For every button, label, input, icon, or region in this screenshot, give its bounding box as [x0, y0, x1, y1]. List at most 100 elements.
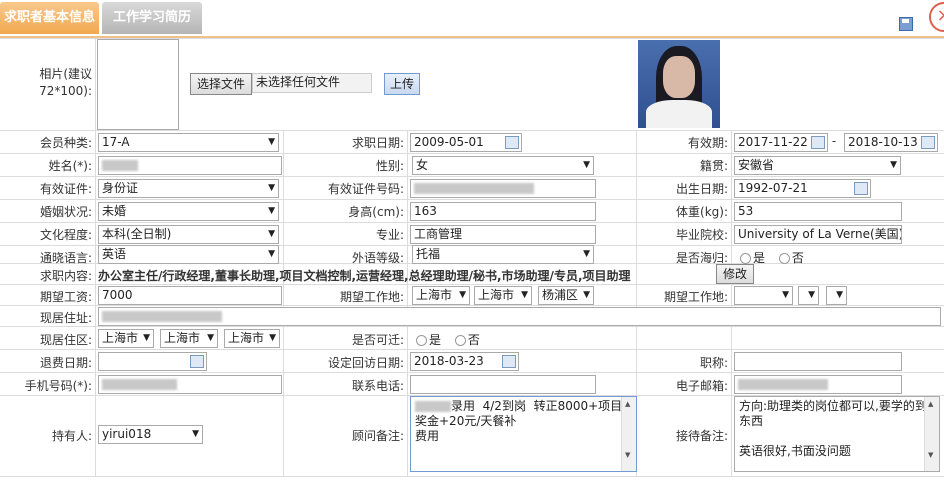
member-type-select[interactable]: 17-A ▼: [98, 133, 279, 152]
title-label: 职称:: [699, 356, 728, 370]
job-date-label: 求职日期:: [351, 136, 404, 150]
overseas-no-radio[interactable]: [778, 253, 790, 264]
relocate-radio-group: 是 否: [416, 331, 480, 348]
address-label: 现居住址:: [39, 311, 92, 325]
tab-bar: 求职者基本信息 工作学习简历 ×: [0, 0, 944, 38]
calendar-icon[interactable]: [505, 136, 519, 149]
education-label: 文化程度:: [39, 228, 92, 242]
birth-date-label: 出生日期:: [675, 182, 728, 196]
residence-province-select[interactable]: 上海市 ▼: [98, 329, 154, 348]
calendar-icon[interactable]: [921, 136, 935, 149]
id-number-label: 有效证件号码:: [327, 182, 404, 196]
work-place2-district-select[interactable]: ▼: [826, 286, 847, 305]
gender-select[interactable]: 女 ▼: [412, 156, 594, 175]
major-input[interactable]: 工商管理: [410, 225, 596, 244]
calendar-icon[interactable]: [854, 182, 868, 195]
valid-period-separator: -: [831, 134, 837, 148]
gender-label: 性别:: [375, 159, 404, 173]
weight-input[interactable]: 53: [734, 202, 902, 221]
work-place-city-select[interactable]: 上海市 ▼: [474, 286, 532, 305]
consultant-note-textarea[interactable]: 录用 4/2到岗 转正8000+项目奖金+20元/天餐补 费用: [410, 396, 637, 472]
marital-select[interactable]: 未婚 ▼: [98, 202, 279, 221]
id-number-input[interactable]: [410, 179, 596, 198]
work-place2-city-select[interactable]: ▼: [798, 286, 819, 305]
textarea-scrollbar[interactable]: [621, 397, 636, 471]
redacted-name: [102, 160, 138, 171]
mobile-input[interactable]: [98, 375, 282, 394]
textarea-scrollbar[interactable]: [924, 397, 939, 471]
school-label: 毕业院校:: [675, 228, 728, 242]
email-input[interactable]: [734, 375, 902, 394]
work-place-province-select[interactable]: 上海市 ▼: [412, 286, 470, 305]
residence-district-select[interactable]: 上海市 ▼: [224, 329, 280, 348]
col-divider: [283, 130, 284, 476]
revisit-date-label: 设定回访日期:: [327, 356, 404, 370]
valid-start-input[interactable]: 2017-11-22: [734, 133, 828, 152]
row-divider: [0, 130, 944, 131]
weight-label: 体重(kg):: [676, 205, 728, 219]
photo-preview-box: [97, 39, 179, 130]
tab-work-study-resume[interactable]: 工作学习简历: [102, 2, 202, 34]
language-level-label: 外语等级:: [351, 251, 404, 265]
residence-city-select[interactable]: 上海市 ▼: [160, 329, 218, 348]
phone-input[interactable]: [410, 375, 596, 394]
salary-input[interactable]: 7000: [98, 286, 282, 305]
job-content-text: 办公室主任/行政经理,董事长助理,项目文档控制,运营经理,总经理助理/秘书,市场…: [98, 269, 631, 283]
revisit-date-input[interactable]: 2018-03-23: [410, 352, 519, 371]
redacted-company: [415, 401, 451, 412]
name-label: 姓名(*):: [48, 159, 92, 173]
job-content-label: 求职内容:: [39, 269, 92, 283]
redacted-id-number: [414, 183, 534, 194]
residence-label: 现居住区:: [39, 333, 92, 347]
close-button[interactable]: ×: [929, 2, 944, 32]
calendar-icon[interactable]: [190, 355, 204, 368]
address-input[interactable]: [98, 307, 941, 326]
tab-basic-info[interactable]: 求职者基本信息: [0, 2, 99, 34]
hometown-label: 籍贯:: [699, 159, 728, 173]
height-input[interactable]: 163: [410, 202, 596, 221]
relocate-yes-label: 是: [429, 333, 442, 347]
save-icon[interactable]: [899, 17, 913, 31]
redacted-mobile: [102, 379, 177, 390]
refund-date-input[interactable]: [98, 352, 207, 371]
id-type-select[interactable]: 身份证 ▼: [98, 179, 279, 198]
relocate-no-label: 否: [467, 333, 480, 347]
salary-label: 期望工资:: [39, 290, 92, 304]
edit-job-content-button[interactable]: 修改: [716, 264, 754, 284]
calendar-icon[interactable]: [811, 136, 825, 149]
work-place2-label: 期望工作地:: [663, 290, 728, 304]
school-input[interactable]: University of La Verne(美国)大学: [734, 225, 902, 244]
valid-end-input[interactable]: 2018-10-13: [844, 133, 938, 152]
education-select[interactable]: 本科(全日制) ▼: [98, 225, 279, 244]
work-place-label: 期望工作地:: [339, 290, 404, 304]
row-divider: [0, 284, 944, 285]
phone-label: 联系电话:: [351, 379, 404, 393]
choose-file-button[interactable]: 选择文件: [190, 73, 252, 95]
holder-select[interactable]: yirui018 ▼: [98, 425, 203, 444]
row-divider: [0, 476, 944, 477]
row-divider: [0, 176, 944, 177]
overseas-label: 是否海归:: [675, 251, 728, 265]
reception-note-textarea[interactable]: 方向:助理类的岗位都可以,要学的到东西 英语很好,书面没问题: [734, 396, 940, 472]
marital-label: 婚姻状况:: [39, 205, 92, 219]
relocate-yes-radio[interactable]: [416, 335, 427, 346]
reception-note-label: 接待备注:: [675, 429, 728, 443]
name-input[interactable]: [98, 156, 282, 175]
row-divider: [0, 222, 944, 223]
work-place2-province-select[interactable]: ▼: [734, 286, 793, 305]
language-label: 通晓语言:: [39, 251, 92, 265]
refund-date-label: 退费日期:: [39, 356, 92, 370]
col-divider: [731, 130, 732, 476]
job-date-input[interactable]: 2009-05-01: [410, 133, 522, 152]
overseas-yes-radio[interactable]: [740, 253, 751, 264]
work-place-district-select[interactable]: 杨浦区 ▼: [538, 286, 594, 305]
title-input[interactable]: [734, 352, 902, 371]
hometown-select[interactable]: 安徽省 ▼: [734, 156, 901, 175]
upload-button[interactable]: 上传: [384, 73, 420, 95]
birth-date-input[interactable]: 1992-07-21: [734, 179, 871, 198]
relocate-no-radio[interactable]: [454, 335, 466, 346]
valid-period-label: 有效期:: [687, 136, 728, 150]
language-select[interactable]: 英语 ▼: [98, 245, 279, 264]
calendar-icon[interactable]: [502, 355, 516, 368]
language-level-select[interactable]: 托福 ▼: [412, 245, 594, 264]
